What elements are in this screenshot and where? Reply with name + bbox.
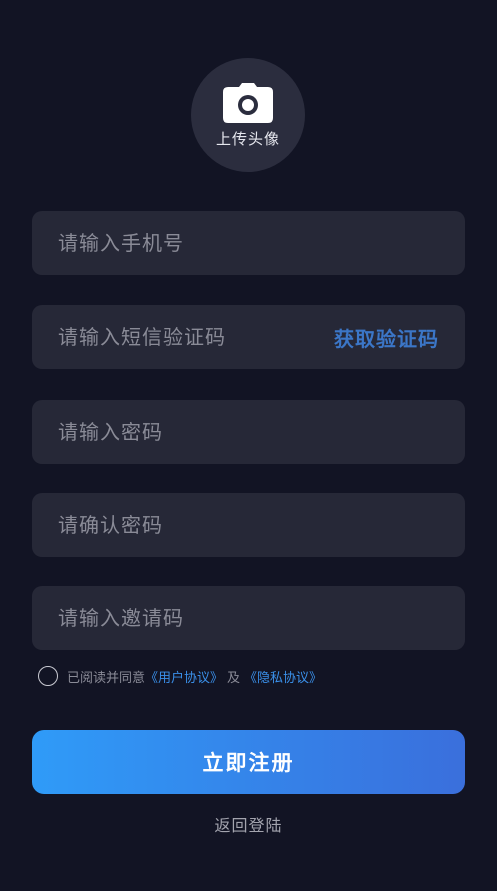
register-screen: 上传头像 获取验证码 已阅读并同意 《用户协议》 及 《隐私协议》 立即注册 返… (0, 0, 497, 891)
user-agreement-link[interactable]: 《用户协议》 (145, 667, 223, 686)
password-input[interactable] (58, 420, 439, 444)
agreement-radio[interactable] (38, 666, 58, 686)
camera-icon (223, 83, 273, 123)
confirm-password-field-container (32, 493, 465, 557)
sms-code-field-container: 获取验证码 (32, 305, 465, 369)
invite-code-field-container (32, 586, 465, 650)
sms-code-input[interactable] (58, 325, 324, 349)
password-field-container (32, 400, 465, 464)
avatar-upload-label: 上传头像 (215, 130, 280, 148)
confirm-password-input[interactable] (58, 513, 439, 537)
phone-field-container (32, 211, 465, 275)
invite-code-input[interactable] (58, 606, 439, 630)
privacy-agreement-link[interactable]: 《隐私协议》 (244, 667, 322, 686)
phone-input[interactable] (58, 231, 439, 255)
get-code-button[interactable]: 获取验证码 (334, 323, 439, 352)
avatar-upload[interactable]: 上传头像 (191, 58, 305, 172)
agreement-and: 及 (227, 670, 241, 686)
agreement-prefix: 已阅读并同意 (67, 670, 146, 686)
back-to-login-link[interactable]: 返回登陆 (0, 812, 497, 836)
register-button[interactable]: 立即注册 (32, 730, 465, 794)
agreement-row: 已阅读并同意 《用户协议》 及 《隐私协议》 (38, 666, 322, 686)
